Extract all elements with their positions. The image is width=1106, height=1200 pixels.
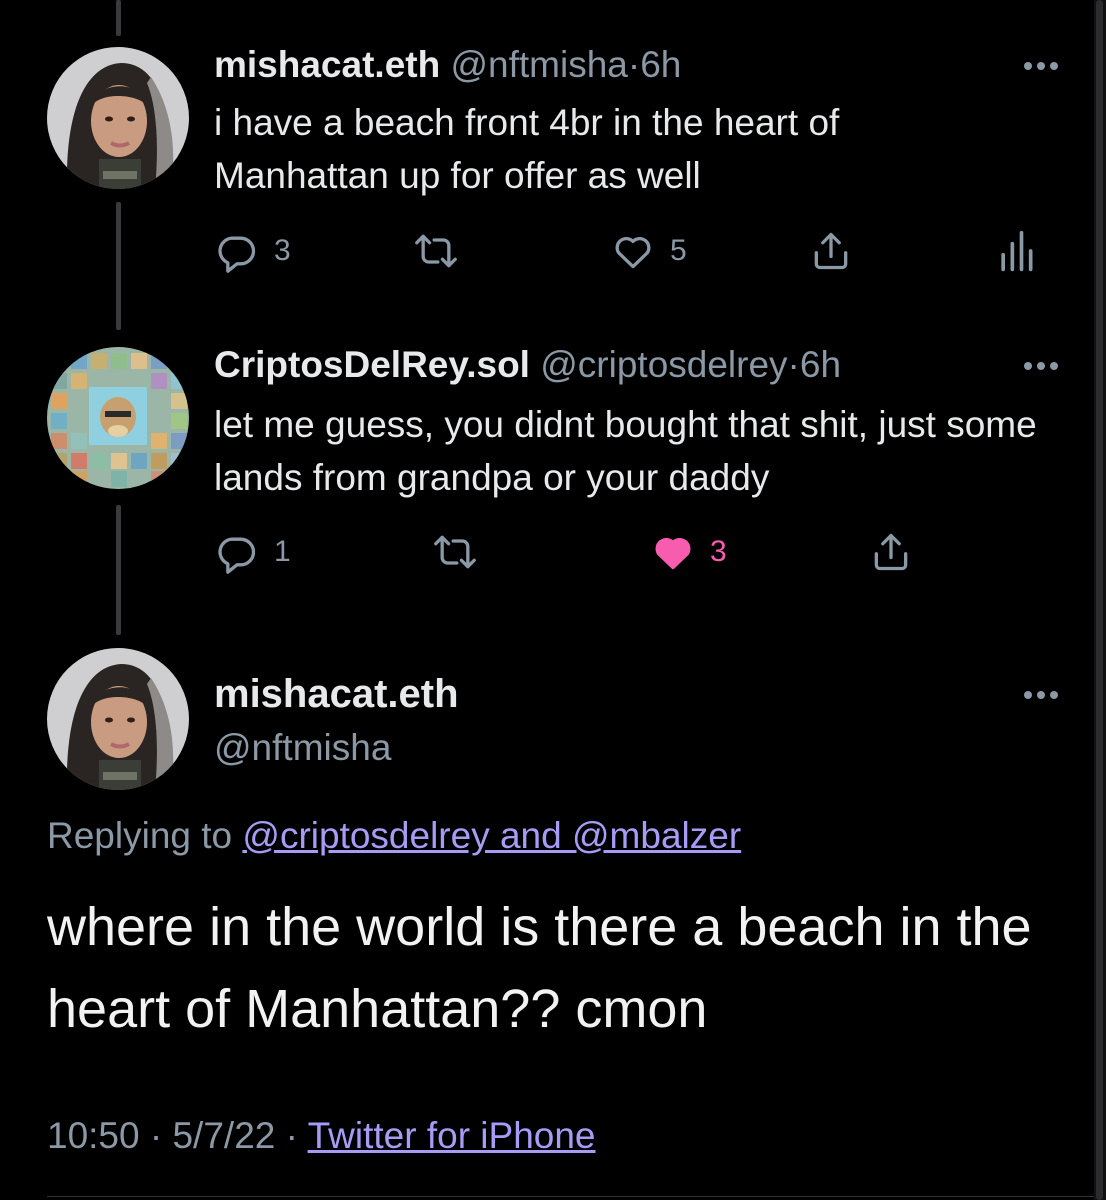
replying-to-link[interactable]: @criptosdelrey and @mbalzer: [242, 815, 741, 856]
like-icon: [615, 236, 651, 269]
timestamp[interactable]: 6h: [800, 344, 841, 385]
username[interactable]: @criptosdelrey: [540, 344, 787, 385]
separator: ·: [285, 1115, 298, 1156]
separator: ·: [627, 44, 641, 85]
reply-count: 1: [274, 535, 291, 568]
scrollbar-thumb[interactable]: [1096, 0, 1103, 1200]
divider: [47, 1196, 1106, 1197]
reply-count: 3: [274, 234, 291, 267]
tweet-meta: 10:50 · 5/7/22 · Twitter for iPhone: [47, 1115, 596, 1157]
like-count: 5: [670, 234, 687, 267]
thread-line-top: [116, 0, 121, 36]
reply-button[interactable]: 3: [214, 229, 291, 273]
reply-icon: [218, 236, 256, 273]
thread-line-2: [116, 505, 121, 635]
replying-to: Replying to @criptosdelrey and @mbalzer: [47, 815, 741, 857]
like-count: 3: [710, 535, 727, 568]
retweet-icon: [415, 234, 457, 268]
retweet-button[interactable]: [411, 229, 461, 273]
tweet-header: mishacat.eth @nftmisha·6h: [214, 44, 681, 86]
retweet-icon: [434, 535, 476, 569]
separator: ·: [149, 1115, 163, 1156]
avatar-mishacat[interactable]: [47, 648, 189, 790]
like-icon-filled: [655, 537, 691, 570]
tweet-source-link[interactable]: Twitter for iPhone: [308, 1115, 596, 1156]
display-name[interactable]: mishacat.eth: [214, 672, 459, 717]
username[interactable]: @nftmisha: [214, 727, 391, 769]
share-button[interactable]: [868, 530, 914, 574]
reply-icon: [218, 537, 256, 574]
retweet-button[interactable]: [430, 530, 480, 574]
more-icon[interactable]: [1024, 691, 1058, 699]
tweet-date: 5/7/22: [172, 1115, 276, 1156]
display-name[interactable]: CriptosDelRey.sol: [214, 344, 530, 385]
analytics-icon: [1001, 230, 1033, 272]
tweet-text: i have a beach front 4br in the heart of…: [214, 102, 840, 196]
share-button[interactable]: [808, 229, 854, 273]
timestamp[interactable]: 6h: [640, 44, 681, 85]
tweet-text: let me guess, you didnt bought that shit…: [214, 404, 1037, 498]
more-icon[interactable]: [1024, 362, 1058, 370]
tweet-text: where in the world is there a beach in t…: [47, 897, 1032, 1039]
username[interactable]: @nftmisha: [450, 44, 627, 85]
like-button[interactable]: 3: [650, 530, 727, 574]
share-icon: [874, 533, 908, 571]
separator: ·: [787, 344, 800, 385]
display-name[interactable]: mishacat.eth: [214, 44, 440, 85]
replying-label: Replying to: [47, 815, 233, 856]
avatar-criptosdelrey[interactable]: [47, 347, 189, 489]
analytics-button[interactable]: [996, 229, 1036, 273]
thread-line-1: [116, 202, 121, 330]
more-icon[interactable]: [1024, 62, 1058, 70]
scrollbar[interactable]: [1094, 0, 1106, 1200]
reply-button[interactable]: 1: [214, 530, 291, 574]
tweet-header: CriptosDelRey.sol @criptosdelrey·6h: [214, 344, 841, 386]
tweet-time: 10:50: [47, 1115, 140, 1156]
like-button[interactable]: 5: [610, 229, 687, 273]
share-icon: [814, 232, 848, 270]
avatar-mishacat[interactable]: [47, 47, 189, 189]
